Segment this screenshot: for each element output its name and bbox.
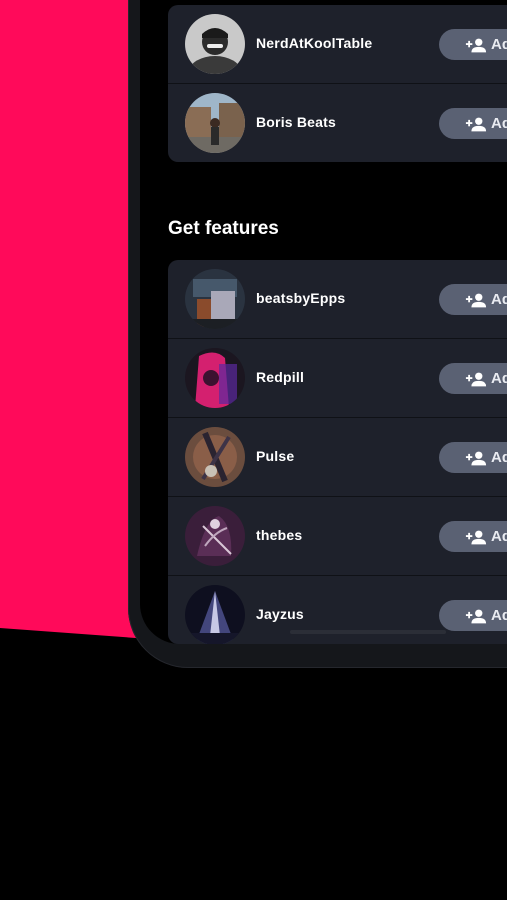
avatar[interactable] (185, 14, 245, 74)
add-user-button[interactable]: Add (439, 284, 507, 315)
user-name: beatsbyEpps (256, 290, 346, 306)
add-person-icon (465, 293, 487, 307)
avatar[interactable] (185, 506, 245, 566)
suggested-users-card: NerdAtKoolTable Add (168, 5, 507, 162)
avatar[interactable] (185, 269, 245, 329)
user-name: Redpill (256, 369, 305, 385)
user-name: Boris Beats (256, 114, 337, 130)
add-button-label: Add (491, 36, 507, 53)
user-row[interactable]: Boris Beats Add (168, 84, 507, 162)
user-row[interactable]: Pulse Add (168, 418, 507, 497)
section-title: Get features (168, 218, 279, 239)
user-row[interactable]: beatsbyEpps Add (168, 260, 507, 339)
add-user-button[interactable]: Add (439, 363, 507, 394)
add-user-button[interactable]: Add (439, 29, 507, 60)
add-button-label: Add (491, 449, 507, 466)
user-name: Pulse (256, 448, 295, 464)
add-button-label: Add (491, 528, 507, 545)
avatar[interactable] (185, 585, 245, 644)
avatar[interactable] (185, 93, 245, 153)
user-name: thebes (256, 527, 303, 543)
add-user-button[interactable]: Add (439, 600, 507, 631)
add-person-icon (465, 117, 487, 131)
add-person-icon (465, 530, 487, 544)
add-user-button[interactable]: Add (439, 521, 507, 552)
add-button-label: Add (491, 370, 507, 387)
add-button-label: Add (491, 291, 507, 308)
add-person-icon (465, 38, 487, 52)
features-card: beatsbyEpps Add Redpill (168, 260, 507, 644)
user-name: NerdAtKoolTable (256, 35, 373, 51)
add-button-label: Add (491, 607, 507, 624)
add-person-icon (465, 609, 487, 623)
avatar[interactable] (185, 427, 245, 487)
home-indicator (290, 630, 446, 634)
add-button-label: Add (491, 115, 507, 132)
app-promo-screenshot: NerdAtKoolTable Add (0, 0, 507, 900)
avatar[interactable] (185, 348, 245, 408)
user-row[interactable]: NerdAtKoolTable Add (168, 5, 507, 84)
add-user-button[interactable]: Add (439, 442, 507, 473)
add-person-icon (465, 372, 487, 386)
user-row[interactable]: thebes Add (168, 497, 507, 576)
add-user-button[interactable]: Add (439, 108, 507, 139)
user-row[interactable]: Redpill Add (168, 339, 507, 418)
add-person-icon (465, 451, 487, 465)
user-name: Jayzus (256, 606, 304, 622)
